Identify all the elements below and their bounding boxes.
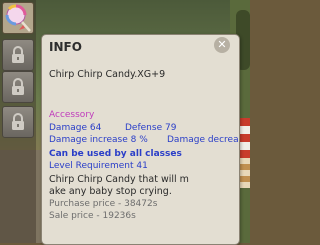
stat-damage: Damage 64 bbox=[49, 123, 102, 133]
stat-damage-decrease: Damage decrease 8 bbox=[167, 135, 239, 145]
item-description-line1: Chirp Chirp Candy that will m bbox=[49, 174, 189, 185]
inventory-slot-locked-3[interactable] bbox=[2, 106, 34, 138]
purchase-price: Purchase price - 38472s bbox=[49, 199, 158, 209]
padlock-icon bbox=[12, 113, 24, 130]
inventory-slot-candy[interactable] bbox=[2, 2, 34, 34]
stat-damage-increase: Damage increase 8 % bbox=[49, 135, 148, 145]
inventory-column bbox=[0, 0, 36, 243]
padlock-icon bbox=[12, 46, 24, 63]
inventory-slot-locked-2[interactable] bbox=[2, 71, 34, 103]
item-description-line2: ake any baby stop crying. bbox=[49, 186, 172, 197]
item-category: Accessory bbox=[49, 110, 95, 120]
close-icon[interactable]: ✕ bbox=[214, 37, 230, 53]
sale-price: Sale price - 19236s bbox=[49, 211, 136, 221]
class-restriction: Can be used by all classes bbox=[49, 149, 182, 159]
item-info-tooltip: INFO ✕ Chirp Chirp Candy.XG+9 Accessory … bbox=[41, 34, 240, 245]
level-requirement: Level Requirement 41 bbox=[49, 161, 148, 171]
inventory-slot-locked-1[interactable] bbox=[2, 39, 34, 71]
tooltip-title: INFO bbox=[49, 40, 82, 54]
stat-defense: Defense 79 bbox=[125, 123, 177, 133]
padlock-icon bbox=[12, 78, 24, 95]
lollipop-candy-icon bbox=[5, 4, 31, 32]
item-name: Chirp Chirp Candy.XG+9 bbox=[49, 69, 166, 80]
